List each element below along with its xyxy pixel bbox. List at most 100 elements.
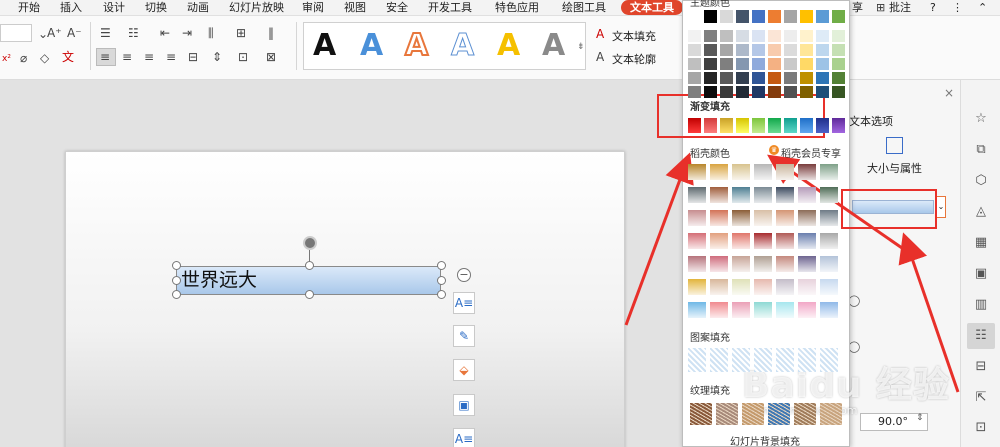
theme-color-swatch[interactable] [720,10,733,23]
preset-gradient-swatch[interactable] [776,256,794,272]
theme-shade-swatch[interactable] [768,58,781,70]
theme-shade-swatch[interactable] [704,86,717,98]
preset-gradient-swatch[interactable] [732,279,750,295]
pattern-swatch[interactable] [732,348,750,372]
theme-shade-swatch[interactable] [752,30,765,42]
gradient-preset-swatch[interactable] [736,118,749,133]
preset-gradient-swatch[interactable] [710,187,728,203]
gradient-preset-swatch[interactable] [832,118,845,133]
texture-swatch[interactable] [742,403,764,425]
gradient-preset-swatch[interactable] [752,118,765,133]
texture-swatch[interactable] [794,403,816,425]
theme-shade-swatch[interactable] [688,72,701,84]
preset-gradient-swatch[interactable] [776,279,794,295]
pattern-swatch[interactable] [688,348,706,372]
preset-gradient-swatch[interactable] [754,187,772,203]
preset-gradient-swatch[interactable] [754,164,772,180]
pattern-swatch[interactable] [710,348,728,372]
theme-shade-swatch[interactable] [800,30,813,42]
theme-shade-swatch[interactable] [736,72,749,84]
gradient-preset-swatch[interactable] [768,118,781,133]
preset-gradient-swatch[interactable] [688,164,706,180]
theme-shade-swatch[interactable] [784,58,797,70]
gradient-preset-swatch[interactable] [816,118,829,133]
preset-gradient-swatch[interactable] [776,302,794,318]
preset-gradient-swatch[interactable] [754,279,772,295]
preset-gradient-swatch[interactable] [732,164,750,180]
theme-shade-swatch[interactable] [704,30,717,42]
gradient-preset-swatch[interactable] [704,118,717,133]
theme-color-swatch[interactable] [752,10,765,23]
theme-color-swatch[interactable] [768,10,781,23]
preset-gradient-swatch[interactable] [732,187,750,203]
preset-gradient-swatch[interactable] [798,187,816,203]
preset-gradient-swatch[interactable] [798,279,816,295]
preset-gradient-swatch[interactable] [754,302,772,318]
theme-shade-swatch[interactable] [784,72,797,84]
preset-gradient-swatch[interactable] [820,164,838,180]
gradient-preset-swatch[interactable] [800,118,813,133]
texture-swatch[interactable] [690,403,712,425]
pattern-swatch[interactable] [820,348,838,372]
theme-shade-swatch[interactable] [752,44,765,56]
theme-shade-swatch[interactable] [768,30,781,42]
preset-gradient-swatch[interactable] [710,302,728,318]
theme-color-swatch[interactable] [784,10,797,23]
preset-gradient-swatch[interactable] [754,256,772,272]
preset-gradient-swatch[interactable] [688,256,706,272]
theme-shade-swatch[interactable] [768,86,781,98]
texture-swatch[interactable] [716,403,738,425]
preset-gradient-swatch[interactable] [688,233,706,249]
theme-shade-swatch[interactable] [784,44,797,56]
theme-shade-swatch[interactable] [704,44,717,56]
preset-gradient-swatch[interactable] [754,210,772,226]
theme-shade-swatch[interactable] [752,86,765,98]
theme-shade-swatch[interactable] [816,72,829,84]
theme-shade-swatch[interactable] [736,44,749,56]
theme-shade-swatch[interactable] [800,58,813,70]
preset-gradient-swatch[interactable] [798,256,816,272]
preset-gradient-swatch[interactable] [798,210,816,226]
theme-shade-swatch[interactable] [768,72,781,84]
preset-gradient-swatch[interactable] [710,279,728,295]
pattern-swatch[interactable] [776,348,794,372]
preset-gradient-swatch[interactable] [688,302,706,318]
preset-gradient-swatch[interactable] [820,256,838,272]
theme-shade-swatch[interactable] [752,58,765,70]
gradient-preset-swatch[interactable] [784,118,797,133]
texture-swatch[interactable] [820,403,842,425]
gradient-preset-swatch[interactable] [720,118,733,133]
theme-shade-swatch[interactable] [736,58,749,70]
preset-gradient-swatch[interactable] [798,233,816,249]
theme-shade-swatch[interactable] [832,72,845,84]
theme-shade-swatch[interactable] [832,30,845,42]
preset-gradient-swatch[interactable] [732,256,750,272]
theme-color-swatch[interactable] [736,10,749,23]
theme-color-swatch[interactable] [832,10,845,23]
pattern-swatch[interactable] [798,348,816,372]
theme-shade-swatch[interactable] [720,86,733,98]
preset-gradient-swatch[interactable] [710,164,728,180]
theme-shade-swatch[interactable] [816,44,829,56]
preset-gradient-swatch[interactable] [776,187,794,203]
theme-shade-swatch[interactable] [816,86,829,98]
theme-shade-swatch[interactable] [688,86,701,98]
theme-color-swatch[interactable] [816,10,829,23]
preset-gradient-swatch[interactable] [798,302,816,318]
theme-shade-swatch[interactable] [736,30,749,42]
preset-gradient-swatch[interactable] [688,187,706,203]
theme-shade-swatch[interactable] [720,30,733,42]
texture-swatch[interactable] [768,403,790,425]
theme-shade-swatch[interactable] [704,58,717,70]
theme-shade-swatch[interactable] [720,58,733,70]
theme-color-swatch[interactable] [800,10,813,23]
theme-shade-swatch[interactable] [784,86,797,98]
preset-gradient-swatch[interactable] [820,302,838,318]
preset-gradient-swatch[interactable] [776,233,794,249]
theme-shade-swatch[interactable] [800,72,813,84]
preset-gradient-swatch[interactable] [732,233,750,249]
theme-shade-swatch[interactable] [800,86,813,98]
preset-gradient-swatch[interactable] [688,210,706,226]
preset-gradient-swatch[interactable] [688,279,706,295]
preset-gradient-swatch[interactable] [776,164,794,180]
